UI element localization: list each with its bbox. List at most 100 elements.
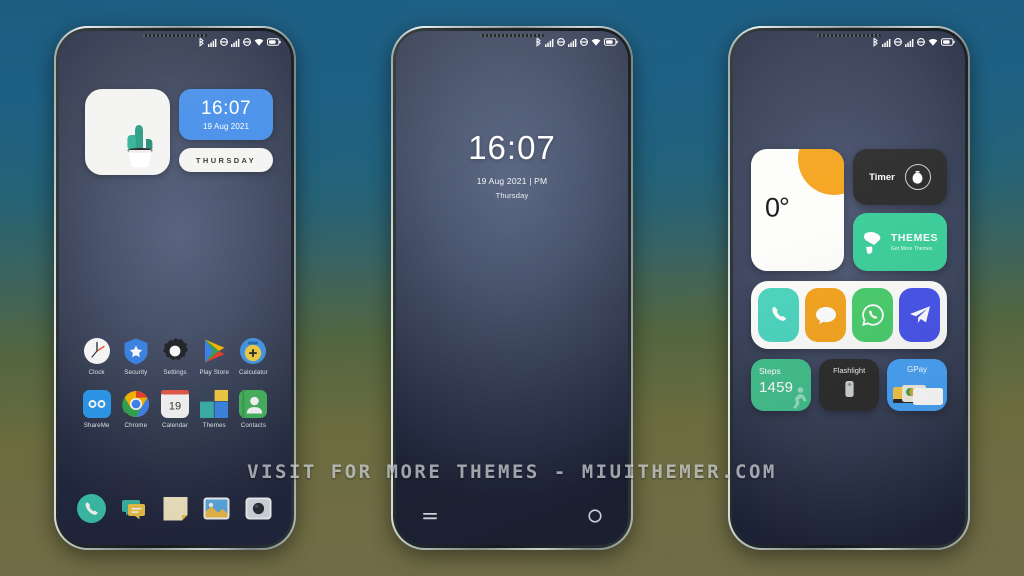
dock-phone-icon[interactable] — [77, 494, 106, 523]
shortcut-phone[interactable] — [758, 288, 799, 342]
cactus-plant-widget[interactable] — [85, 89, 170, 175]
lockscreen-date: 19 Aug 2021 | PM — [476, 176, 548, 186]
lockscreen-time: 16:07 — [468, 129, 556, 166]
app-label: ShareMe — [83, 422, 110, 429]
equals-menu-icon[interactable] — [422, 509, 438, 523]
dock-notes-icon[interactable] — [161, 494, 190, 523]
cactus-icon — [127, 125, 153, 168]
app-themes[interactable]: Themes — [195, 390, 234, 429]
calculator-icon — [239, 337, 267, 365]
app-label: Contacts — [240, 422, 267, 429]
shield-icon — [122, 337, 150, 365]
weather-widget[interactable]: 0° — [751, 149, 844, 271]
app-grid: Clock Security Settings Play Store Calcu… — [77, 337, 273, 443]
wifi-icon — [254, 38, 264, 46]
clock-widget[interactable]: 16:07 19 Aug 2021 — [179, 89, 273, 140]
lockscreen-weekday: Thursday — [495, 191, 529, 200]
speaker-grille-icon — [480, 34, 544, 37]
phone-widgets-screen: 0° Timer THEMES Get More Themes Steps 14… — [728, 26, 970, 550]
widgets-top-row: 0° Timer THEMES Get More Themes — [751, 149, 947, 271]
lockscreen-nav-bar — [422, 509, 602, 523]
signal-bars-icon — [208, 38, 217, 47]
calendar-icon: 19 — [161, 390, 189, 418]
weekday-widget[interactable]: THURSDAY — [179, 148, 273, 172]
timer-widget[interactable]: Timer — [853, 149, 947, 205]
signal-bars-icon — [568, 38, 577, 47]
chrome-icon — [122, 390, 150, 418]
app-chrome[interactable]: Chrome — [116, 390, 155, 429]
app-label: Themes — [202, 422, 226, 429]
messages-bubble-icon — [815, 306, 836, 324]
app-shareme[interactable]: ShareMe — [77, 390, 116, 429]
timer-widget-label: Timer — [869, 171, 895, 183]
app-calendar[interactable]: 19 Calendar — [155, 390, 194, 429]
signal-bars-icon — [231, 38, 240, 47]
sim-circle-icon — [243, 38, 251, 46]
shortcut-whatsapp[interactable] — [852, 288, 893, 342]
app-security[interactable]: Security — [116, 337, 155, 376]
shortcut-telegram[interactable] — [899, 288, 940, 342]
gpay-widget[interactable]: GPay — [887, 359, 947, 411]
wifi-icon — [928, 38, 938, 46]
sim-circle-icon — [894, 38, 902, 46]
runner-icon — [793, 387, 807, 409]
bluetooth-icon — [873, 37, 878, 47]
phone3-screen[interactable]: 0° Timer THEMES Get More Themes Steps 14… — [733, 31, 965, 545]
app-calculator[interactable]: Calculator — [234, 337, 273, 376]
clock-widget-date: 19 Aug 2021 — [202, 121, 250, 131]
circle-camera-icon[interactable] — [588, 509, 602, 523]
sim-circle-icon — [557, 38, 565, 46]
play-store-icon — [200, 337, 228, 365]
sim-circle-icon — [917, 38, 925, 46]
app-label: Clock — [88, 369, 105, 376]
signal-bars-icon — [545, 38, 554, 47]
speaker-grille-icon — [817, 34, 881, 37]
status-bar — [198, 36, 281, 48]
whatsapp-icon — [861, 304, 884, 326]
shortcut-messages[interactable] — [805, 288, 846, 342]
dock-gallery-icon[interactable] — [202, 494, 231, 523]
dock-camera-icon[interactable] — [244, 494, 273, 523]
bluetooth-icon — [536, 37, 541, 47]
dock-messages-icon[interactable] — [119, 494, 148, 523]
app-label: Calculator — [238, 369, 268, 376]
sim-circle-icon — [220, 38, 228, 46]
signal-bars-icon — [882, 38, 891, 47]
app-settings[interactable]: Settings — [155, 337, 194, 376]
flashlight-widget-label: Flashlight — [833, 366, 866, 375]
app-play-store[interactable]: Play Store — [195, 337, 234, 376]
shareme-icon — [82, 390, 111, 418]
app-label: Security — [124, 369, 148, 376]
steps-widget[interactable]: Steps 1459 — [751, 359, 812, 411]
phone1-screen[interactable]: 16:07 19 Aug 2021 THURSDAY Clock Securit… — [59, 31, 291, 545]
widget-row: 16:07 19 Aug 2021 THURSDAY — [85, 89, 273, 175]
themes-widget-title: THEMES — [890, 232, 939, 244]
app-label: Chrome — [124, 422, 148, 429]
themes-icon — [200, 390, 229, 418]
phone-lock-screen: 16:07 19 Aug 2021 | PM Thursday — [391, 26, 633, 550]
sim-circle-icon — [580, 38, 588, 46]
app-label: Settings — [163, 369, 187, 376]
widgets-right-column: Timer THEMES Get More Themes — [853, 149, 947, 271]
phone2-screen[interactable]: 16:07 19 Aug 2021 | PM Thursday — [396, 31, 628, 545]
app-clock[interactable]: Clock — [77, 337, 116, 376]
widgets-container: 0° Timer THEMES Get More Themes Steps 14… — [751, 149, 947, 411]
status-bar — [535, 36, 618, 48]
phone-icon — [771, 307, 786, 321]
wifi-icon — [591, 38, 601, 46]
app-label: Calendar — [162, 422, 188, 429]
themes-widget-text: THEMES Get More Themes — [891, 232, 938, 252]
phone-home-screen: 16:07 19 Aug 2021 THURSDAY Clock Securit… — [54, 26, 296, 550]
app-contacts[interactable]: Contacts — [234, 390, 273, 429]
battery-icon — [267, 38, 281, 46]
shortcuts-widget — [751, 281, 947, 349]
themes-widget[interactable]: THEMES Get More Themes — [853, 213, 947, 271]
bluetooth-icon — [199, 37, 204, 47]
themes-widget-subtitle: Get More Themes — [890, 246, 933, 252]
gpay-widget-label: GPay — [907, 365, 928, 374]
timer-icon — [904, 164, 931, 190]
sun-icon — [798, 149, 844, 195]
contacts-icon — [239, 390, 268, 418]
dock — [77, 494, 273, 523]
flashlight-widget[interactable]: Flashlight — [819, 359, 880, 411]
